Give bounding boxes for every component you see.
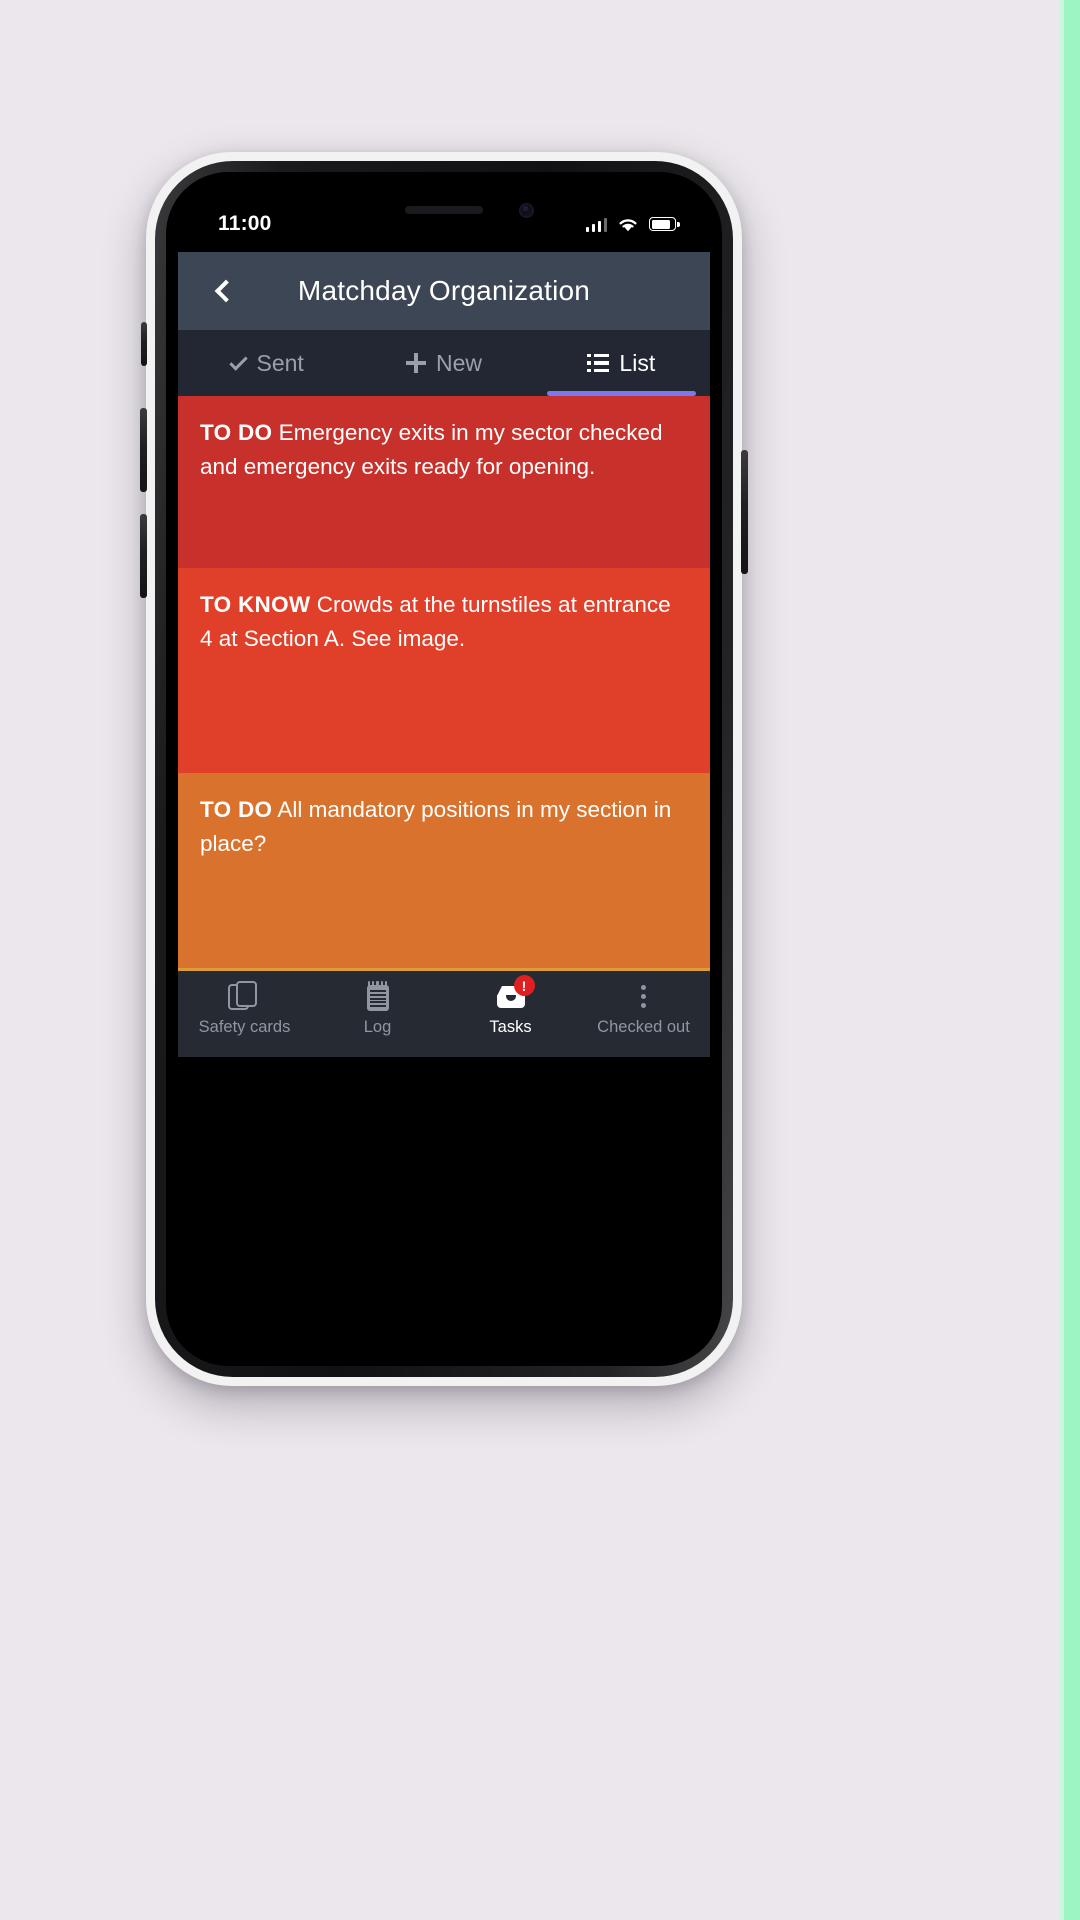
bottom-navigation: Safety cards Log ! Tasks Checked out: [178, 971, 710, 1057]
nav-item-tasks-label: Tasks: [489, 1018, 532, 1036]
nav-item-log-label: Log: [363, 1018, 392, 1036]
battery-icon: [649, 217, 680, 231]
kebab-menu-icon: [627, 981, 661, 1013]
tasks-alert-badge: !: [513, 975, 535, 996]
segment-tabbar: Sent New List: [178, 330, 710, 396]
task-card-tag: TO DO: [200, 420, 273, 445]
wifi-icon: [619, 218, 637, 231]
back-chevron-icon: [214, 279, 237, 303]
back-button[interactable]: [196, 264, 250, 318]
app-header: Matchday Organization: [178, 252, 710, 330]
accent-strip-right-soft: [1060, 0, 1064, 1920]
active-tab-indicator: [546, 391, 696, 396]
notch: [318, 184, 570, 242]
task-card[interactable]: TO KNOW Crowds at the turnstiles at entr…: [178, 568, 710, 773]
nav-item-checked-out[interactable]: Checked out: [577, 981, 710, 1037]
task-card-tag: TO KNOW: [200, 592, 311, 617]
tab-list[interactable]: List: [533, 330, 710, 396]
notepad-icon: [361, 981, 395, 1013]
list-icon: [587, 354, 610, 373]
tab-new[interactable]: New: [355, 330, 532, 396]
status-indicators: [585, 216, 680, 233]
tab-sent[interactable]: Sent: [178, 330, 355, 396]
plus-icon: [405, 353, 426, 373]
cellular-signal-icon: [585, 217, 607, 232]
tab-sent-label: Sent: [256, 349, 304, 376]
nav-item-log[interactable]: Log: [311, 981, 444, 1037]
earpiece-speaker: [405, 206, 483, 214]
tab-list-label: List: [619, 349, 656, 376]
nav-item-checked-out-label: Checked out: [597, 1018, 690, 1036]
front-camera-icon: [519, 203, 534, 218]
stacked-cards-icon: [227, 981, 262, 1013]
check-icon: [228, 351, 248, 371]
nav-item-safety-cards-label: Safety cards: [198, 1018, 291, 1036]
task-card-list[interactable]: TO DO Emergency exits in my sector check…: [178, 396, 710, 971]
volume-up-button[interactable]: [140, 408, 147, 492]
power-button[interactable]: [741, 450, 748, 574]
phone-mockup: 11:00 Matchday Organization Sent New Lis…: [140, 152, 748, 1386]
nav-item-tasks[interactable]: ! Tasks: [444, 975, 577, 1037]
task-card-tag: TO DO: [200, 797, 273, 822]
accent-strip-right: [1064, 0, 1080, 1920]
volume-down-button[interactable]: [140, 514, 147, 598]
status-time: 11:00: [218, 212, 272, 235]
task-card[interactable]: TO DO All mandatory positions in my sect…: [178, 773, 710, 968]
nav-item-safety-cards[interactable]: Safety cards: [178, 981, 311, 1037]
phone-screen: 11:00 Matchday Organization Sent New Lis…: [178, 184, 710, 1354]
tab-new-label: New: [435, 349, 482, 376]
mute-switch[interactable]: [141, 322, 147, 366]
task-card[interactable]: TO DO Emergency exits in my sector check…: [178, 396, 710, 568]
page-title: Matchday Organization: [297, 275, 591, 306]
inbox-tray-icon: !: [494, 975, 535, 1013]
